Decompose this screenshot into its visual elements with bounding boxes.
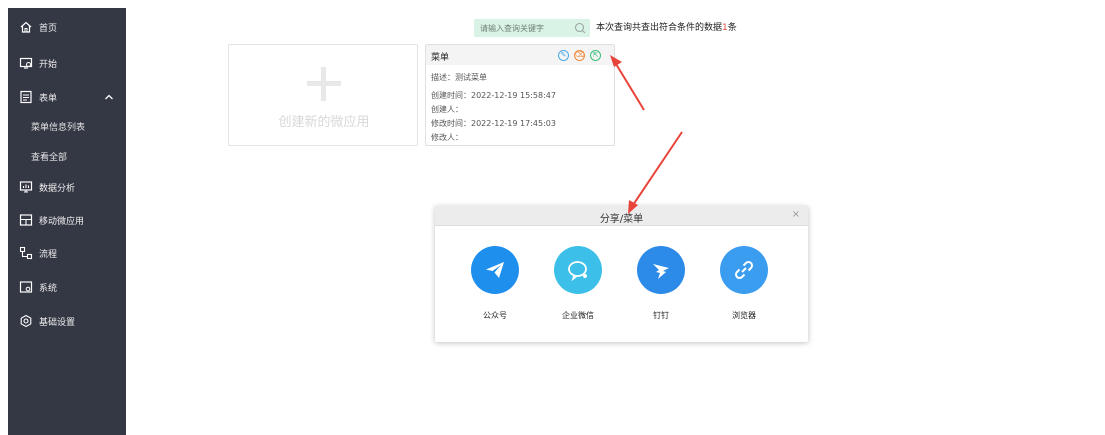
share-option-official-account[interactable]: 公众号 <box>465 246 525 326</box>
share-option-label: 企业微信 <box>562 311 594 320</box>
search-result-text: 本次查询共查出符合条件的数据1条 <box>596 20 737 33</box>
share-option-label: 钉钉 <box>653 311 669 320</box>
share-icon[interactable]: ⇱ <box>590 50 601 61</box>
sidebar-item-label: 移动微应用 <box>39 216 85 227</box>
create-app-label: 创建新的微应用 <box>278 115 370 130</box>
sidebar-item-data-analysis[interactable]: 数据分析 <box>8 174 126 200</box>
app-card-created-time: 创建时间：2022-12-19 15:58:47 <box>431 91 556 100</box>
sidebar-item-settings[interactable]: 基础设置 <box>8 308 126 334</box>
system-icon <box>19 280 33 294</box>
sidebar-subitem-menu-list[interactable]: 菜单信息列表 <box>8 114 126 138</box>
sidebar-item-label: 开始 <box>39 59 58 70</box>
sidebar-item-start[interactable]: 开始 <box>8 50 126 76</box>
share-dialog-title: 分享/菜单 <box>599 214 644 225</box>
chevron-up-icon[interactable] <box>104 92 114 102</box>
plus-icon <box>307 67 341 101</box>
start-icon <box>19 56 33 70</box>
sidebar-item-label: 系统 <box>39 283 58 294</box>
sidebar-item-mobile-app[interactable]: 移动微应用 <box>8 207 126 233</box>
dingtalk-icon <box>637 246 685 294</box>
search-box <box>474 19 590 37</box>
sidebar: 首页 开始 表单 菜单信息列表 查看全部 数据分析 移动微应用 流程 系统 基础… <box>8 8 126 435</box>
share-option-dingtalk[interactable]: 钉钉 <box>631 246 691 326</box>
flow-icon <box>19 246 33 260</box>
close-icon[interactable]: × <box>792 209 800 220</box>
app-card-modifier: 修改人： <box>431 133 463 142</box>
app-card-menu[interactable]: 菜单 ✎ ⌫ ⇱ 描述：测试菜单 创建时间：2022-12-19 15:58:4… <box>425 44 615 146</box>
sidebar-item-system[interactable]: 系统 <box>8 274 126 300</box>
app-card-creator: 创建人： <box>431 105 463 114</box>
mobile-app-icon <box>19 213 33 227</box>
link-icon <box>720 246 768 294</box>
home-icon <box>19 20 33 34</box>
sidebar-item-home[interactable]: 首页 <box>8 14 126 40</box>
paper-plane-icon <box>471 246 519 294</box>
sidebar-subitem-label: 查看全部 <box>31 152 68 163</box>
annotation-arrow <box>610 55 645 111</box>
sidebar-item-label: 流程 <box>39 249 58 260</box>
share-option-wecom[interactable]: 企业微信 <box>548 246 608 326</box>
settings-icon <box>19 314 33 328</box>
annotation-arrow <box>628 131 683 214</box>
app-card-header: 菜单 ✎ ⌫ ⇱ <box>426 45 614 65</box>
delete-icon[interactable]: ⌫ <box>574 50 585 61</box>
search-icon[interactable] <box>574 22 586 34</box>
app-root: 首页 开始 表单 菜单信息列表 查看全部 数据分析 移动微应用 流程 系统 基础… <box>0 0 1105 435</box>
app-card-modified-time: 修改时间：2022-12-19 17:45:03 <box>431 119 556 128</box>
sidebar-item-label: 基础设置 <box>39 317 76 328</box>
sidebar-subitem-label: 菜单信息列表 <box>31 122 86 133</box>
sidebar-item-label: 数据分析 <box>39 183 76 194</box>
share-option-label: 浏览器 <box>732 311 756 320</box>
form-icon <box>19 90 33 104</box>
edit-icon[interactable]: ✎ <box>558 50 569 61</box>
app-card-description: 描述：测试菜单 <box>431 73 487 82</box>
sidebar-item-label: 表单 <box>39 93 58 104</box>
share-dialog: 分享/菜单 × 公众号 企业微信 钉钉 浏览器 <box>435 206 808 342</box>
wecom-icon <box>554 246 602 294</box>
sidebar-item-flow[interactable]: 流程 <box>8 240 126 266</box>
data-analysis-icon <box>19 180 33 194</box>
result-prefix: 本次查询共查出符合条件的数据 <box>596 23 723 33</box>
create-app-card[interactable]: 创建新的微应用 <box>228 44 418 146</box>
search-input[interactable] <box>480 21 570 35</box>
share-dialog-header: 分享/菜单 × <box>435 206 808 226</box>
share-option-browser[interactable]: 浏览器 <box>714 246 774 326</box>
result-suffix: 条 <box>727 23 737 33</box>
sidebar-item-form[interactable]: 表单 <box>8 84 126 110</box>
sidebar-item-label: 首页 <box>39 23 58 34</box>
sidebar-subitem-view-all[interactable]: 查看全部 <box>8 144 126 168</box>
share-option-label: 公众号 <box>483 311 507 320</box>
app-card-title: 菜单 <box>431 53 450 63</box>
